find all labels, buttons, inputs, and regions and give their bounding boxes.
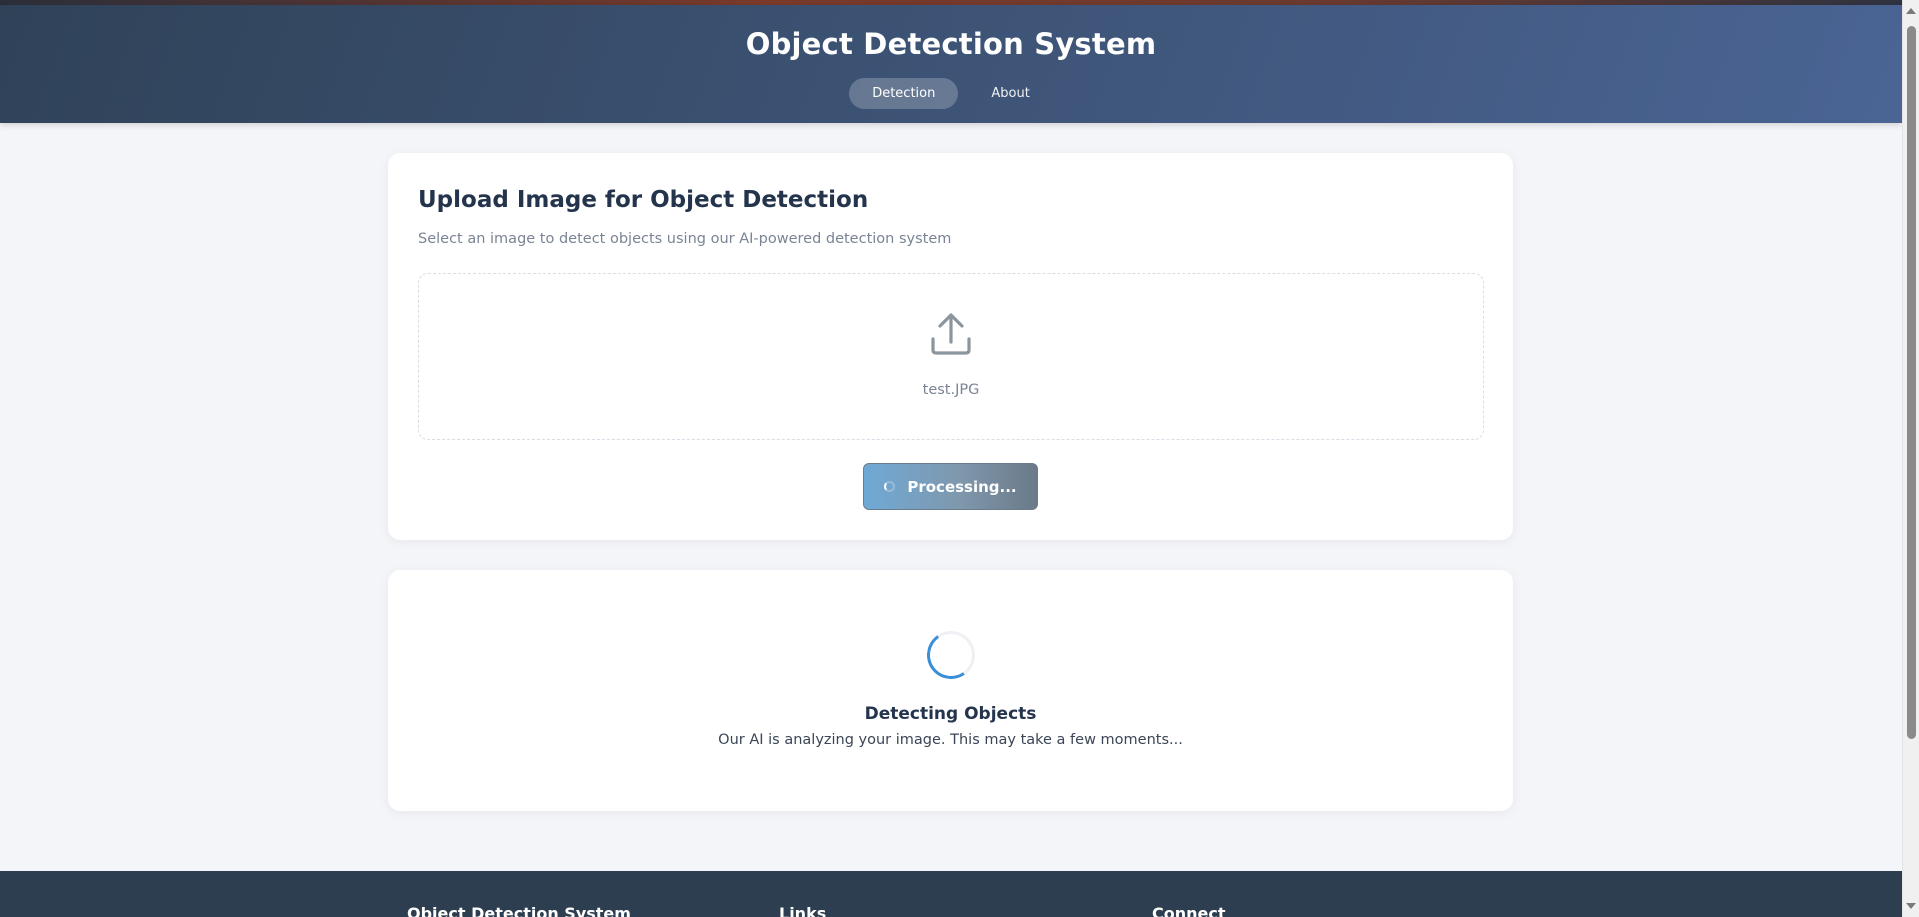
selected-file-name: test.JPG: [922, 382, 980, 398]
upload-card: Upload Image for Object Detection Select…: [388, 153, 1513, 540]
footer-heading-connect: Connect: [1152, 904, 1226, 917]
scrollbar-thumb[interactable]: [1907, 26, 1916, 739]
page-viewport: Object Detection System Detection About …: [0, 0, 1902, 917]
footer-heading-brand: Object Detection System: [407, 904, 631, 917]
upload-subtitle: Select an image to detect objects using …: [418, 231, 952, 247]
app-header: Object Detection System Detection About: [0, 5, 1902, 123]
upload-icon: [931, 313, 971, 355]
footer-heading-links: Links: [779, 904, 827, 917]
vertical-scrollbar[interactable]: [1902, 0, 1919, 917]
main-nav: Detection About: [0, 78, 1902, 109]
detection-status-card: Detecting Objects Our AI is analyzing yo…: [388, 570, 1513, 811]
upload-title: Upload Image for Object Detection: [418, 187, 869, 213]
scroll-down-arrow-icon[interactable]: [1906, 903, 1916, 909]
tab-about[interactable]: About: [968, 78, 1052, 109]
status-title: Detecting Objects: [864, 704, 1037, 724]
image-dropzone[interactable]: test.JPG: [418, 273, 1484, 440]
app-title: Object Detection System: [745, 27, 1157, 61]
loading-spinner-icon: [922, 627, 979, 683]
process-button-label: Processing...: [907, 477, 1017, 496]
status-message: Our AI is analyzing your image. This may…: [718, 732, 1183, 748]
button-spinner-icon: [884, 481, 896, 492]
scroll-up-arrow-icon[interactable]: [1906, 8, 1916, 14]
process-button[interactable]: Processing...: [863, 463, 1038, 510]
tab-detection[interactable]: Detection: [849, 78, 959, 109]
app-footer: Object Detection System Links Connect: [0, 871, 1902, 917]
